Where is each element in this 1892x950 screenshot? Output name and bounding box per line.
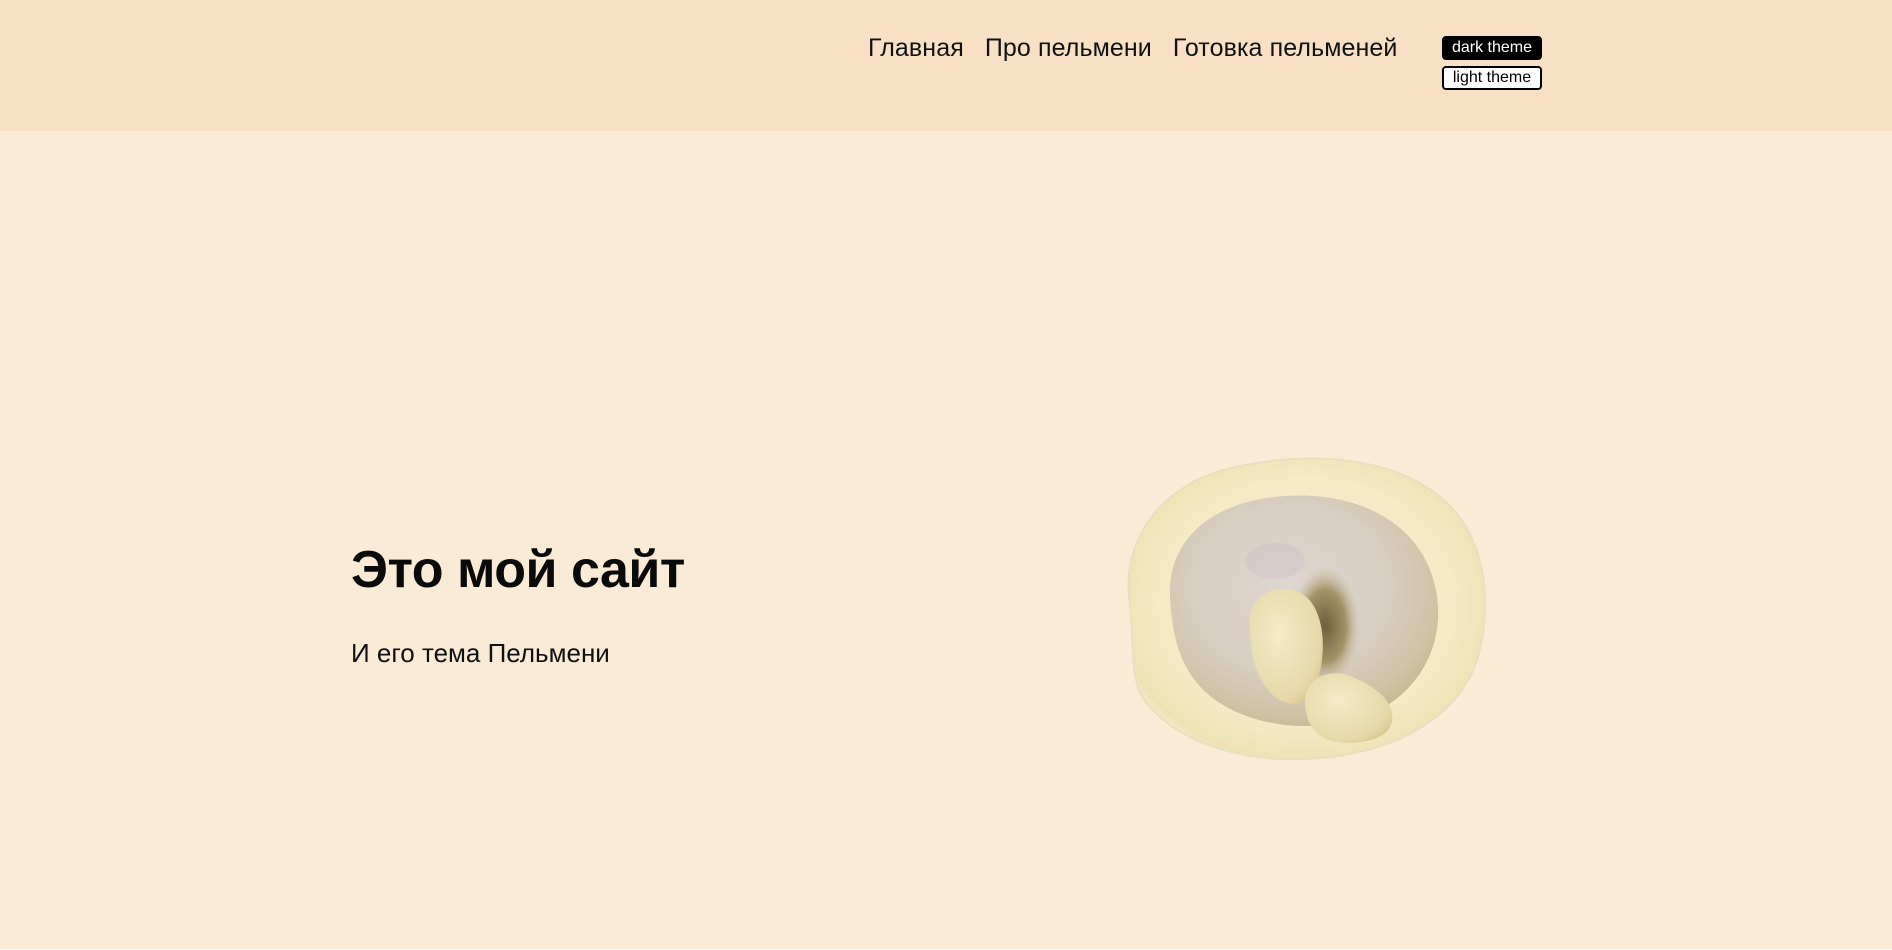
hero-subtitle: И его тема Пельмени (351, 638, 610, 668)
site-header: Главная Про пельмени Готовка пельменей d… (0, 0, 1892, 131)
page: Главная Про пельмени Готовка пельменей d… (0, 0, 1892, 950)
hero-title: Это мой сайт (351, 541, 685, 599)
dumpling-image (1127, 457, 1487, 761)
dark-theme-button[interactable]: dark theme (1442, 36, 1542, 60)
nav-link-about-pelmeni[interactable]: Про пельмени (985, 34, 1152, 63)
hero-section (0, 131, 1892, 949)
main-nav: Главная Про пельмени Готовка пельменей (868, 34, 1397, 63)
nav-link-cooking-pelmeni[interactable]: Готовка пельменей (1173, 34, 1398, 63)
theme-switcher: dark theme light theme (1442, 36, 1542, 90)
nav-link-home[interactable]: Главная (868, 34, 964, 63)
light-theme-button[interactable]: light theme (1442, 66, 1542, 90)
